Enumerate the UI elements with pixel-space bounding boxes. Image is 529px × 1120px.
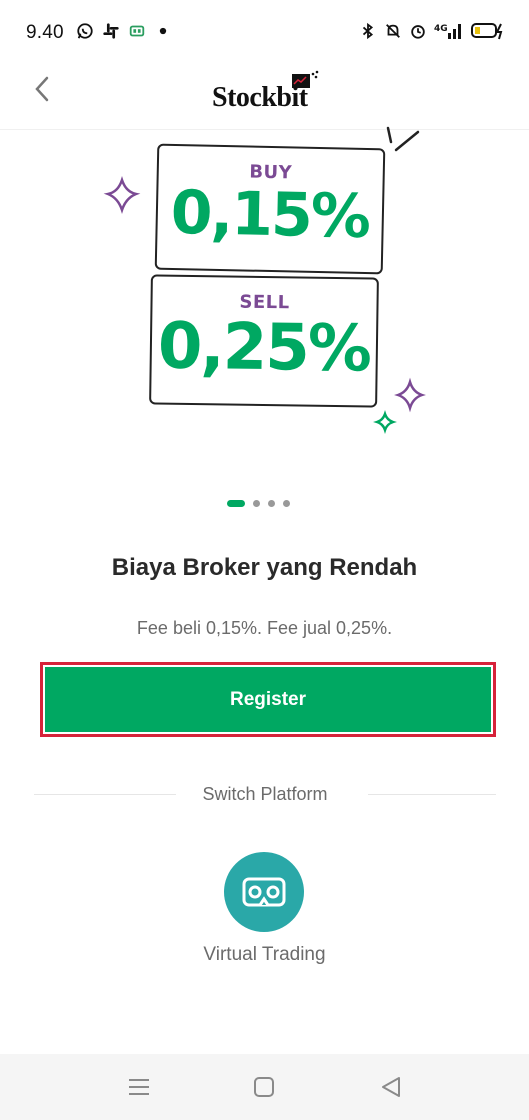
logo-mark-icon (292, 70, 319, 88)
register-button[interactable]: Register (40, 662, 496, 737)
back-button[interactable] (28, 72, 58, 106)
vr-headset-icon (242, 877, 286, 907)
status-bar: 9.40 4G (0, 0, 529, 64)
buy-fee-card: BUY 0,15% (154, 143, 386, 275)
stockbit-logo: Stockbit (212, 68, 322, 114)
system-nav-bar (0, 1054, 529, 1120)
bluetooth-icon (362, 22, 374, 40)
virtual-trading-button[interactable] (224, 852, 304, 932)
home-icon[interactable] (251, 1074, 277, 1100)
register-button-label: Register (45, 667, 491, 732)
pager-dot-2[interactable] (253, 500, 260, 507)
pager-dot-4[interactable] (283, 500, 290, 507)
signal-4g-icon: 4G (434, 24, 461, 39)
back-icon[interactable] (378, 1074, 404, 1100)
dot-icon (159, 27, 167, 35)
buy-fee-value: 0,15% (170, 177, 370, 253)
carousel-pager (227, 500, 290, 507)
battery-charging-icon (471, 23, 503, 40)
divider-line-right (368, 794, 496, 795)
slide-subtext: Fee beli 0,15%. Fee jual 0,25%. (136, 618, 393, 638)
mute-icon (386, 24, 400, 38)
status-time: 9.40 (26, 22, 64, 43)
slide-headline: Biaya Broker yang Rendah (111, 554, 418, 581)
pager-dot-3[interactable] (268, 500, 275, 507)
battery-saver-icon (129, 25, 145, 37)
switch-platform-divider: Switch Platform (34, 782, 496, 806)
svg-text:4G: 4G (434, 24, 448, 34)
fee-banner-illustration: BUY 0,15% SELL 0,25% (100, 120, 440, 440)
alarm-icon (411, 25, 425, 39)
virtual-trading-label[interactable]: Virtual Trading (0, 944, 529, 966)
pager-dot-1[interactable] (227, 500, 245, 507)
sell-fee-card: SELL 0,25% (149, 274, 379, 408)
slack-icon (103, 23, 119, 39)
menu-icon[interactable] (126, 1074, 152, 1100)
chevron-left-icon (35, 76, 49, 102)
sell-fee-value: 0,25% (157, 309, 371, 387)
whatsapp-icon (77, 23, 93, 39)
